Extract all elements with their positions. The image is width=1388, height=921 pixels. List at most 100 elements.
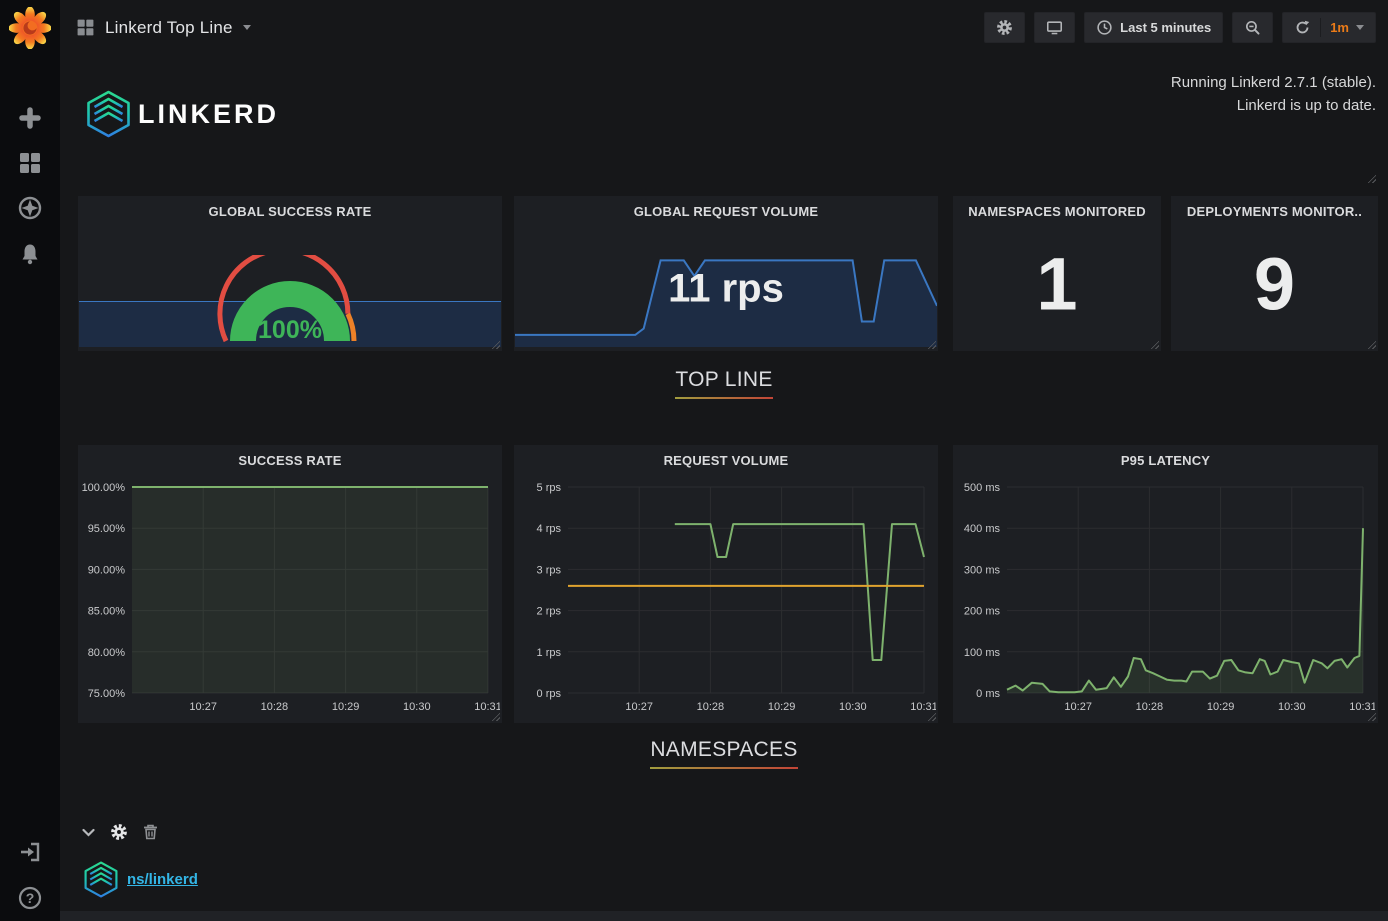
sidebar: ? [0,0,60,921]
trash-icon[interactable] [143,824,158,840]
svg-text:95.00%: 95.00% [88,523,126,535]
svg-text:85.00%: 85.00% [88,606,126,618]
svg-text:10:30: 10:30 [1278,701,1306,713]
tv-mode-button[interactable] [1034,12,1075,43]
time-range-picker[interactable]: Last 5 minutes [1084,12,1223,43]
svg-text:100.00%: 100.00% [82,482,126,494]
status-line-2: Linkerd is up to date. [1171,95,1376,118]
caret-down-icon [243,25,251,30]
row-header-underline [650,767,797,769]
caret-down-icon [1356,25,1364,30]
grafana-logo[interactable] [9,7,51,49]
settings-gear-icon [996,19,1013,36]
svg-text:80.00%: 80.00% [88,647,126,659]
panel-title[interactable]: P95 LATENCY [953,445,1378,468]
top-line-row-header: TOP LINE [60,368,1388,399]
status-line-1: Running Linkerd 2.7.1 (stable). [1171,72,1376,95]
svg-text:400 ms: 400 ms [964,523,1001,535]
panel-title[interactable]: GLOBAL SUCCESS RATE [78,196,502,219]
refresh-picker[interactable]: 1m [1282,12,1376,43]
success-rate-chart-panel: SUCCESS RATE 75.00% 80.00% 85.00% 90.00% 95.… [78,445,502,723]
zoom-out-icon [1244,19,1261,36]
svg-text:75.00%: 75.00% [88,688,126,700]
panel-resize-handle[interactable] [1150,340,1159,349]
svg-text:10:31: 10:31 [1349,701,1375,713]
p95-latency-chart: 0 ms100 ms200 ms300 ms400 ms500 ms10:271… [955,477,1375,721]
svg-text:500 ms: 500 ms [964,482,1001,494]
panel-title[interactable]: REQUEST VOLUME [514,445,938,468]
svg-text:2 rps: 2 rps [537,606,562,618]
svg-text:1 rps: 1 rps [537,647,562,659]
svg-text:10:31: 10:31 [474,701,500,713]
dashboard-title: Linkerd Top Line [105,18,233,38]
request-volume-chart: 0 rps 1 rps 2 rps 3 rps 4 rps 5 rps 10:27 10:28… [516,477,936,721]
success-rate-chart: 75.00% 80.00% 85.00% 90.00% 95.00% 100.00% 10:… [80,477,500,721]
panel-resize-handle[interactable] [1367,174,1376,183]
refresh-icon [1294,19,1311,36]
svg-text:200 ms: 200 ms [964,606,1001,618]
linkerd-logo [86,90,131,138]
time-range-label: Last 5 minutes [1120,20,1211,35]
svg-text:0 ms: 0 ms [976,688,1000,700]
svg-text:10:29: 10:29 [332,701,360,713]
svg-text:3 rps: 3 rps [537,564,562,576]
svg-text:100 ms: 100 ms [964,647,1001,659]
svg-text:10:27: 10:27 [1064,701,1092,713]
sign-in-icon[interactable] [18,840,42,864]
svg-text:0 rps: 0 rps [537,688,562,700]
svg-text:10:28: 10:28 [261,701,289,713]
namespace-row: ns/linkerd [84,858,198,900]
namespaces-row-controls [82,822,158,842]
explore-compass-icon[interactable] [18,196,42,220]
svg-text:10:27: 10:27 [625,701,653,713]
clock-icon [1096,19,1113,36]
gauge-value: 100% [205,316,375,345]
svg-text:10:27: 10:27 [189,701,217,713]
p95-latency-chart-panel: P95 LATENCY 0 ms100 ms200 ms300 ms400 ms… [953,445,1378,723]
linkerd-logo-small [84,861,118,898]
namespaces-monitored-panel: NAMESPACES MONITORED 1 [953,196,1161,351]
refresh-interval-label: 1m [1330,20,1349,35]
dashboard-settings-button[interactable] [984,12,1025,43]
namespace-link[interactable]: ns/linkerd [127,871,198,888]
panel-title[interactable]: NAMESPACES MONITORED [953,196,1161,219]
zoom-out-button[interactable] [1232,12,1273,43]
dashboard-title-button[interactable]: Linkerd Top Line [76,18,251,38]
svg-text:10:30: 10:30 [839,701,867,713]
svg-text:5 rps: 5 rps [537,482,562,494]
svg-text:10:31: 10:31 [910,701,936,713]
svg-text:10:29: 10:29 [1207,701,1235,713]
linkerd-status-text: Running Linkerd 2.7.1 (stable). Linkerd … [1171,72,1376,117]
stat-value: 11 rps [668,267,784,312]
collapse-chevron-icon[interactable] [82,828,95,837]
dashboard-grid-icon [76,18,95,37]
global-success-rate-panel: GLOBAL SUCCESS RATE 100% [78,196,502,351]
alerting-bell-icon[interactable] [18,242,42,266]
header-text-panel: LINKERD Running Linkerd 2.7.1 (stable). … [78,62,1378,185]
top-navbar: Linkerd Top Line Last 5 minutes 1m [60,0,1388,55]
panel-title[interactable]: DEPLOYMENTS MONITOR.. [1171,196,1378,219]
help-icon[interactable]: ? [18,886,42,910]
svg-text:?: ? [26,890,35,906]
plus-icon[interactable] [18,106,42,130]
global-request-volume-panel: GLOBAL REQUEST VOLUME 11 rps [514,196,938,351]
request-volume-chart-panel: REQUEST VOLUME 0 rps 1 rps 2 rps 3 rps 4 rps… [514,445,938,723]
panel-title[interactable]: SUCCESS RATE [78,445,502,468]
svg-text:4 rps: 4 rps [537,523,562,535]
divider [1320,18,1321,37]
row-header-text: TOP LINE [675,368,772,392]
panel-resize-handle[interactable] [1367,340,1376,349]
partial-panel-edge [60,911,1388,921]
success-rate-gauge: 100% [205,255,375,347]
row-settings-gear-icon[interactable] [110,823,128,841]
row-header-underline [675,397,772,399]
linkerd-brand: LINKERD [86,90,279,138]
tv-mode-icon [1046,19,1063,36]
svg-text:10:28: 10:28 [1136,701,1164,713]
svg-text:90.00%: 90.00% [88,564,126,576]
brand-text: LINKERD [138,99,279,130]
row-header-text: NAMESPACES [650,738,797,762]
namespaces-row-header: NAMESPACES [60,738,1388,769]
svg-text:10:28: 10:28 [697,701,725,713]
dashboards-grid-icon[interactable] [18,151,42,175]
